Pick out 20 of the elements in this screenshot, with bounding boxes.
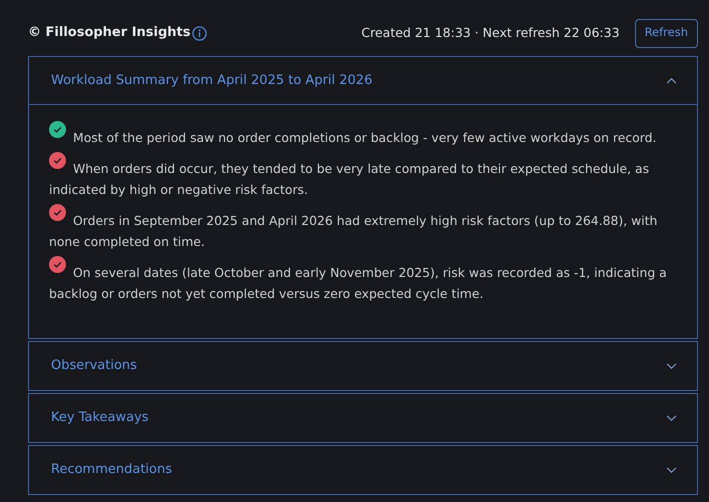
section-title: Workload Summary from April 2025 to April 2026	[51, 72, 372, 90]
accordion-header[interactable]: Recommendations	[29, 446, 697, 494]
info-icon[interactable]	[192, 26, 206, 40]
section-title: Key Takeaways	[51, 409, 149, 428]
chevron-down-icon	[666, 466, 677, 474]
summary-text: On several dates (late October and early November 2025), risk was recorded as -1, indicating a backlog or orders not yet completed versus zero expected cycle time.	[49, 265, 667, 301]
refresh-info: Created 21 18:33 · Next refresh 22 06:33	[361, 24, 620, 42]
summary-text: Orders in September 2025 and April 2026 had extremely high risk factors (up to 264.88), with none completed on time.	[49, 213, 658, 249]
accordion-header[interactable]: Key Takeaways	[29, 394, 697, 442]
chevron-down-icon	[666, 362, 677, 370]
summary-text: Most of the period saw no order completions or backlog - very few active workdays on record.	[73, 130, 656, 145]
accordion-header[interactable]: Workload Summary from April 2025 to April 2026	[29, 57, 697, 105]
chevron-down-icon	[666, 414, 677, 422]
chevron-up-icon	[666, 77, 677, 84]
accordion-header[interactable]: Observations	[29, 342, 697, 390]
section-title: Recommendations	[51, 461, 172, 480]
summary-text: When orders did occur, they tended to be very late compared to their expected schedule, as indicated by high or negative risk factors.	[49, 161, 650, 197]
app-title: © Fillosopher Insights	[28, 24, 190, 42]
section-title: Observations	[51, 357, 137, 376]
refresh-button[interactable]: Refresh	[634, 18, 698, 48]
